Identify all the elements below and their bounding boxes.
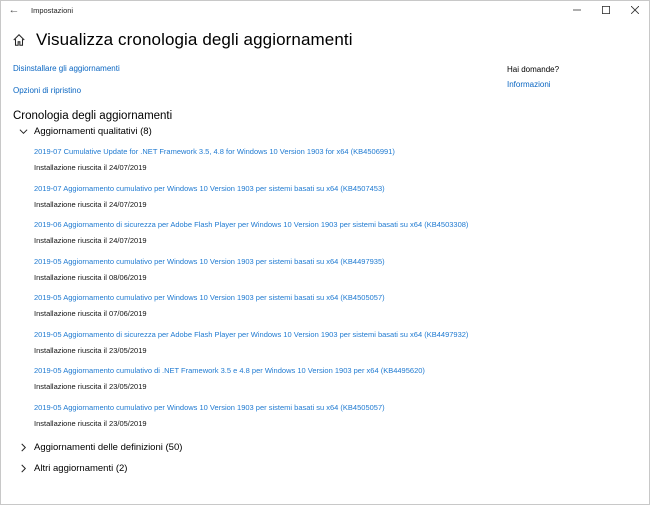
update-status: Installazione riuscita il 07/06/2019 (34, 309, 147, 318)
group-quality-updates[interactable]: Aggiornamenti qualitativi (8) (18, 126, 152, 137)
update-status: Installazione riuscita il 23/05/2019 (34, 382, 147, 391)
close-button[interactable] (620, 1, 649, 19)
uninstall-updates-link[interactable]: Disinstallare gli aggiornamenti (13, 64, 120, 73)
update-status: Installazione riuscita il 23/05/2019 (34, 418, 147, 428)
page-title: Visualizza cronologia degli aggiornament… (36, 30, 353, 49)
chevron-down-icon (18, 127, 28, 137)
info-link[interactable]: Informazioni (507, 80, 551, 89)
update-link[interactable]: 2019-05 Aggiornamento cumulativo per Win… (34, 292, 554, 304)
minimize-icon (572, 9, 581, 11)
title-bar: ← Impostazioni (1, 1, 649, 19)
back-button[interactable]: ← (1, 1, 27, 19)
list-item: 2019-05 Aggiornamento di sicurezza per A… (34, 329, 554, 366)
list-item: 2019-07 Cumulative Update for .NET Frame… (34, 146, 554, 183)
list-item: 2019-05 Aggiornamento cumulativo per Win… (34, 256, 554, 293)
update-status: Installazione riuscita il 08/06/2019 (34, 272, 147, 282)
list-item: 2019-05 Aggiornamento cumulativo per Win… (34, 402, 554, 439)
home-icon[interactable] (12, 33, 26, 47)
group-label: Aggiornamenti qualitativi (8) (34, 126, 152, 137)
update-status: Installazione riuscita il 24/07/2019 (34, 163, 147, 172)
maximize-button[interactable] (591, 1, 620, 19)
chevron-right-icon (18, 443, 28, 453)
window-controls (562, 1, 649, 19)
group-label: Altri aggiornamenti (2) (34, 463, 128, 474)
list-item: 2019-05 Aggiornamento cumulativo di .NET… (34, 365, 554, 402)
update-link[interactable]: 2019-05 Aggiornamento cumulativo di .NET… (34, 365, 554, 377)
group-definition-updates[interactable]: Aggiornamenti delle definizioni (50) (18, 442, 182, 453)
recovery-options-link[interactable]: Opzioni di ripristino (13, 86, 81, 95)
back-arrow-icon: ← (8, 4, 20, 16)
update-status: Installazione riuscita il 24/07/2019 (34, 236, 147, 245)
group-other-updates[interactable]: Altri aggiornamenti (2) (18, 463, 127, 474)
list-item: 2019-07 Aggiornamento cumulativo per Win… (34, 183, 554, 220)
update-list: 2019-07 Cumulative Update for .NET Frame… (34, 146, 554, 438)
chevron-right-icon (18, 464, 28, 474)
group-label: Aggiornamenti delle definizioni (50) (34, 442, 183, 453)
close-icon (630, 6, 639, 14)
update-link[interactable]: 2019-05 Aggiornamento di sicurezza per A… (34, 329, 554, 341)
history-title: Cronologia degli aggiornamenti (13, 110, 173, 122)
minimize-button[interactable] (562, 1, 591, 19)
window-title: Impostazioni (31, 5, 74, 15)
list-item: 2019-06 Aggiornamento di sicurezza per A… (34, 219, 554, 256)
update-link[interactable]: 2019-06 Aggiornamento di sicurezza per A… (34, 219, 554, 231)
update-status: Installazione riuscita il 23/05/2019 (34, 345, 147, 355)
update-status: Installazione riuscita il 24/07/2019 (34, 199, 147, 209)
list-item: 2019-05 Aggiornamento cumulativo per Win… (34, 292, 554, 329)
update-link[interactable]: 2019-05 Aggiornamento cumulativo per Win… (34, 402, 554, 414)
maximize-icon (601, 6, 610, 14)
page-header: Visualizza cronologia degli aggiornament… (12, 30, 353, 50)
update-link[interactable]: 2019-07 Cumulative Update for .NET Frame… (34, 146, 554, 158)
side-question: Hai domande? (507, 65, 560, 74)
update-link[interactable]: 2019-05 Aggiornamento cumulativo per Win… (34, 256, 554, 268)
update-link[interactable]: 2019-07 Aggiornamento cumulativo per Win… (34, 183, 554, 195)
